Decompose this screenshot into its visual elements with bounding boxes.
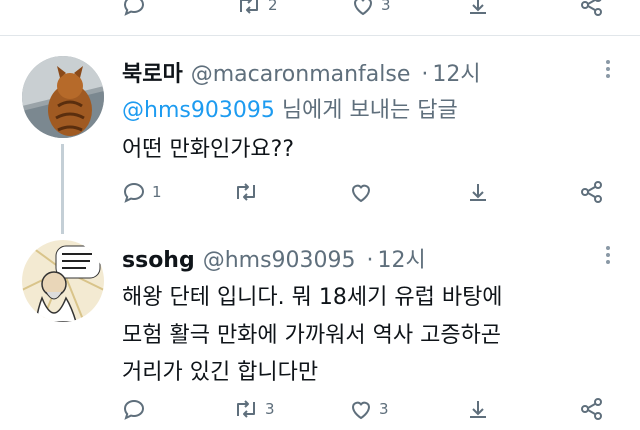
separator: ·	[421, 62, 429, 87]
reply-context: @hms903095 님에게 보내는 답글	[122, 92, 458, 124]
reply-count: 1	[152, 183, 162, 201]
share-button[interactable]	[467, 398, 489, 420]
reply-button[interactable]	[122, 0, 146, 16]
tweet-text: 어떤 만화인가요??	[122, 137, 295, 162]
share-menu-button[interactable]	[580, 0, 604, 16]
author-name[interactable]: ssohg	[122, 248, 195, 273]
share-arrow-icon	[470, 401, 486, 418]
author-name[interactable]: 북로마	[122, 62, 183, 87]
share-nodes-icon	[581, 0, 602, 16]
reply-icon	[123, 182, 145, 203]
retweet-count: 2	[268, 0, 278, 14]
tweet-header: 북로마 @macaronmanfalse · 12시	[122, 56, 481, 88]
tweet-text-line: 모험 활극 만화에 가까워서 역사 고증하곤	[122, 323, 502, 348]
avatar[interactable]	[22, 56, 104, 138]
reply-icon	[123, 0, 145, 16]
reply-to-suffix: 님에게 보내는 답글	[274, 98, 458, 123]
retweet-icon	[240, 0, 258, 14]
tweet-text-line: 거리가 있긴 합니다만	[122, 360, 319, 385]
retweet-button[interactable]: 2	[236, 0, 278, 16]
manga-avatar-image	[22, 240, 104, 322]
like-count: 3	[379, 400, 389, 418]
like-count: 3	[381, 0, 391, 14]
share-nodes-icon	[581, 398, 602, 420]
timestamp[interactable]: 12시	[432, 62, 480, 87]
heart-icon	[351, 401, 371, 420]
thread-line	[61, 144, 64, 234]
share-button[interactable]	[467, 0, 489, 16]
tweet-text-line: 해왕 단테 입니다. 뭐 18세기 유럽 바탕에	[122, 285, 503, 310]
like-button[interactable]: 3	[349, 398, 389, 420]
share-arrow-icon	[470, 0, 486, 14]
share-arrow-icon	[470, 184, 486, 201]
author-handle[interactable]: @hms903095	[203, 248, 356, 273]
retweet-button[interactable]: 3	[233, 398, 275, 420]
share-button[interactable]	[467, 181, 489, 203]
reply-button[interactable]: 1	[122, 181, 162, 203]
author-handle[interactable]: @macaronmanfalse	[191, 62, 411, 87]
heart-icon	[351, 184, 371, 203]
timestamp[interactable]: 12시	[378, 248, 426, 273]
retweet-count: 3	[265, 400, 275, 418]
separator: ·	[366, 248, 374, 273]
like-button[interactable]: 3	[351, 0, 391, 16]
share-menu-button[interactable]	[580, 398, 604, 420]
share-nodes-icon	[581, 181, 602, 203]
retweet-icon	[237, 183, 255, 201]
more-options-button[interactable]	[606, 246, 610, 267]
reply-icon	[123, 399, 145, 420]
reply-button[interactable]	[122, 398, 146, 420]
reply-to-link[interactable]: @hms903095	[122, 98, 275, 123]
divider	[0, 35, 640, 36]
tweet-header: ssohg @hms903095 · 12시	[122, 242, 426, 274]
retweet-icon	[237, 400, 255, 418]
like-button[interactable]	[349, 181, 373, 203]
share-menu-button[interactable]	[580, 181, 604, 203]
avatar[interactable]	[22, 240, 104, 322]
more-options-button[interactable]	[606, 60, 610, 81]
cat-avatar-image	[22, 56, 104, 138]
retweet-button[interactable]	[233, 181, 259, 203]
heart-icon	[353, 0, 373, 16]
